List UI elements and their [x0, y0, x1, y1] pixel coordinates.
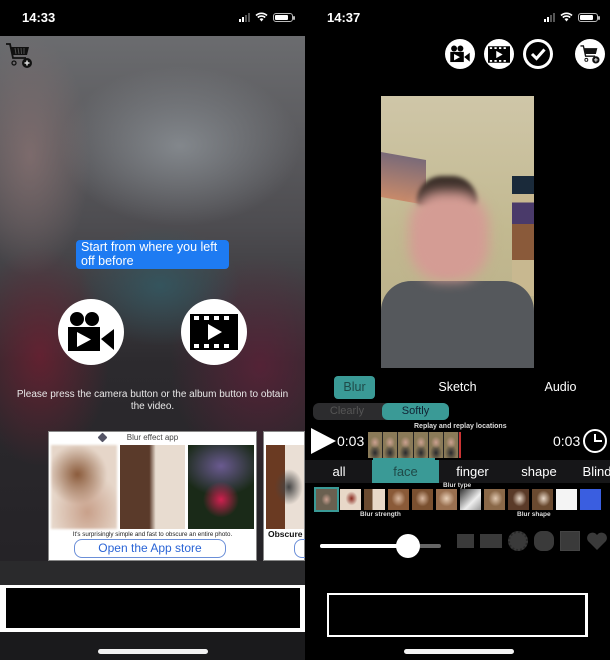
blur-strength-label: Blur strength	[360, 511, 401, 518]
wifi-icon	[255, 12, 268, 22]
cart-plus-icon[interactable]	[4, 40, 34, 70]
blur-type-option[interactable]	[532, 489, 553, 510]
category-face[interactable]: face	[372, 460, 439, 483]
left-screen: 14:33 Start from where you left off befo…	[0, 0, 305, 660]
film-play-icon	[488, 45, 510, 63]
battery-icon	[578, 12, 600, 22]
blur-shape-label: Blur shape	[517, 511, 551, 518]
status-time: 14:37	[327, 10, 361, 25]
app-logo-icon	[97, 432, 108, 443]
ad-card[interactable]: Blur effect app It's surprisingly simple…	[48, 431, 257, 561]
shape-wide-rectangle-icon[interactable]	[480, 534, 502, 548]
slider-fill	[320, 544, 409, 548]
status-bar: 14:37	[305, 0, 610, 36]
shape-note-icon[interactable]	[560, 531, 580, 551]
blur-type-option[interactable]	[388, 489, 409, 510]
album-button[interactable]	[484, 39, 514, 69]
ad-card-secondary[interactable]: Obscure	[263, 431, 305, 561]
ad-strip-footer	[0, 561, 305, 585]
tab-blur[interactable]: Blur	[334, 376, 375, 399]
blur-strength-slider[interactable]	[320, 534, 441, 558]
video-camera-icon	[68, 312, 114, 351]
camera-button[interactable]	[445, 39, 475, 69]
ad-image	[266, 445, 304, 529]
signal-icon	[544, 12, 555, 22]
album-button[interactable]	[181, 299, 247, 365]
blurred-face	[409, 191, 489, 281]
status-bar: 14:33	[0, 0, 305, 36]
shape-cloud-icon[interactable]	[534, 531, 554, 551]
home-indicator[interactable]	[404, 649, 514, 654]
resume-tooltip[interactable]: Start from where you left off before	[76, 240, 229, 269]
blur-type-option[interactable]	[364, 489, 385, 510]
open-app-store-button[interactable]: Open the App store	[74, 539, 226, 558]
shape-rectangle-icon[interactable]	[457, 534, 474, 548]
ad-description: It's surprisingly simple and fast to obs…	[72, 531, 233, 538]
instruction-text: Please press the camera button or the al…	[16, 389, 289, 412]
end-time: 0:03	[553, 433, 581, 449]
shape-heart-icon[interactable]	[586, 531, 608, 551]
blur-type-label: Blur type	[443, 482, 472, 489]
timeline-frames[interactable]	[368, 432, 461, 458]
blur-type-option[interactable]	[314, 487, 339, 512]
battery-icon	[273, 12, 295, 22]
blur-type-thumbnails	[314, 487, 601, 512]
blur-type-option[interactable]	[412, 489, 433, 510]
ad-images	[51, 445, 255, 529]
home-indicator[interactable]	[98, 649, 208, 654]
banner-ad[interactable]	[0, 585, 305, 632]
tab-sketch[interactable]: Sketch	[430, 376, 485, 399]
category-blind[interactable]: Blind	[577, 460, 610, 483]
segment-clearly[interactable]: Clearly	[313, 403, 381, 420]
blur-mode-segmented-control[interactable]: Clearly Softly	[313, 403, 449, 420]
blur-type-option[interactable]	[460, 489, 481, 510]
blur-type-option[interactable]	[556, 489, 577, 510]
wifi-icon	[560, 12, 573, 22]
category-all[interactable]: all	[321, 460, 357, 483]
video-preview[interactable]	[381, 96, 534, 368]
category-bar: all face finger shape Blind	[305, 460, 610, 483]
clock-icon[interactable]	[583, 429, 607, 453]
blur-type-option[interactable]	[484, 489, 505, 510]
banner-ad[interactable]	[327, 593, 588, 637]
ad-button[interactable]	[294, 539, 305, 558]
category-finger[interactable]: finger	[450, 460, 495, 483]
tab-audio[interactable]: Audio	[538, 376, 583, 399]
play-icon[interactable]	[311, 428, 336, 454]
shape-spiky-circle-icon[interactable]	[508, 531, 528, 551]
blur-type-option[interactable]	[580, 489, 601, 510]
camera-button[interactable]	[58, 299, 124, 365]
blur-type-option[interactable]	[436, 489, 457, 510]
timeline-label: Replay and replay locations	[414, 423, 507, 430]
cart-plus-icon	[580, 45, 600, 64]
film-play-icon	[190, 314, 238, 350]
store-button[interactable]	[575, 39, 605, 69]
status-time: 14:33	[22, 10, 56, 25]
video-camera-icon	[450, 45, 470, 63]
confirm-button[interactable]	[523, 39, 553, 69]
blur-shape-options	[457, 531, 608, 551]
start-time: 0:03	[337, 433, 365, 449]
checkmark-icon	[526, 42, 550, 66]
segment-softly[interactable]: Softly	[382, 403, 449, 420]
category-shape[interactable]: shape	[515, 460, 563, 483]
blur-type-option[interactable]	[340, 489, 361, 510]
signal-icon	[239, 12, 250, 22]
blur-type-option[interactable]	[508, 489, 529, 510]
ad-description: Obscure	[268, 529, 303, 539]
ad-title: Blur effect app	[126, 433, 179, 442]
